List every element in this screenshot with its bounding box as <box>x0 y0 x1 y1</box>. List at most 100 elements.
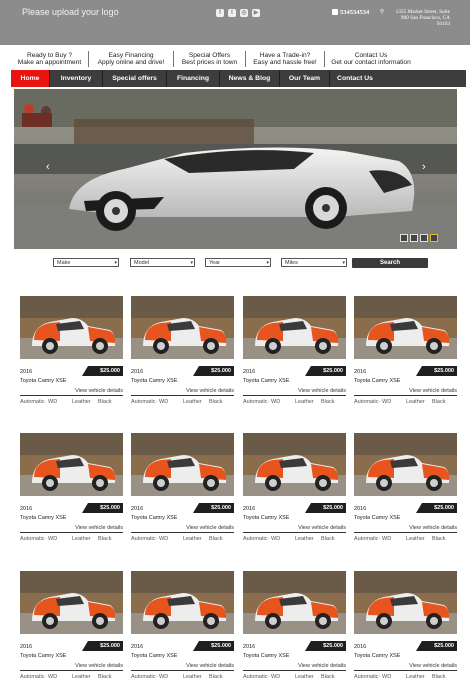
nav-contact-us[interactable]: Contact Us <box>330 70 380 87</box>
spec-transmission: Automatic <box>354 674 379 680</box>
vehicle-model: Toyota Camry XSE <box>354 378 401 384</box>
spec-color: Black <box>321 399 335 405</box>
vehicle-thumbnail[interactable] <box>243 571 346 634</box>
nav-our-team[interactable]: Our Team <box>280 70 330 87</box>
spec-transmission: Automatic <box>131 399 156 405</box>
year-select[interactable]: Year <box>205 258 271 268</box>
spec-color: Black <box>209 399 223 405</box>
vehicle-thumbnail[interactable] <box>243 433 346 496</box>
spec-interior: Leather <box>72 536 91 542</box>
view-details-link[interactable]: View vehicle details <box>354 525 457 533</box>
twitter-icon[interactable]: t <box>228 9 236 17</box>
view-details-link[interactable]: View vehicle details <box>20 525 123 533</box>
view-details-link[interactable]: View vehicle details <box>131 525 234 533</box>
promo-trade-in[interactable]: Have a Trade-in? Easy and hassle free! <box>246 51 325 67</box>
vehicle-price: $25.000 <box>416 366 457 376</box>
nav-special-offers[interactable]: Special offers <box>103 70 167 87</box>
view-details-link[interactable]: View vehicle details <box>243 525 346 533</box>
vehicle-model: Toyota Camry XSE <box>131 653 178 659</box>
view-details-link[interactable]: View vehicle details <box>131 388 234 396</box>
vehicle-model: Toyota Camry XSE <box>131 515 178 521</box>
slider-dot[interactable] <box>410 234 418 242</box>
promo-buy[interactable]: Ready to Buy ? Make an appointment <box>11 51 89 67</box>
spec-color: Black <box>209 536 223 542</box>
vehicle-thumbnail[interactable] <box>243 296 346 359</box>
nav-inventory[interactable]: Inventory <box>50 70 103 87</box>
spec-transmission: Automatic <box>131 536 156 542</box>
vehicle-price: $25.000 <box>193 503 234 513</box>
spec-drive: WD <box>159 399 169 405</box>
spec-separator: · <box>156 536 158 542</box>
vehicle-price: $25.000 <box>416 641 457 651</box>
search-button[interactable]: Search <box>352 258 428 268</box>
phone-text: 534534534 <box>340 9 370 16</box>
vehicle-thumbnail[interactable] <box>354 433 457 496</box>
address-line-3: 94103 <box>436 21 450 28</box>
spec-color: Black <box>432 536 446 542</box>
slider-prev-icon[interactable]: ‹ <box>46 161 50 173</box>
view-details-link[interactable]: View vehicle details <box>243 388 346 396</box>
view-details-link[interactable]: View vehicle details <box>354 663 457 671</box>
main-nav: Home Inventory Special offers Financing … <box>11 70 466 87</box>
promo-title: Easy Financing <box>108 52 154 59</box>
vehicle-price: $25.000 <box>305 503 346 513</box>
spec-separator: · <box>268 399 270 405</box>
vehicle-thumbnail[interactable] <box>20 296 123 359</box>
logo-placeholder[interactable]: Please upload your logo <box>22 7 119 17</box>
slider-dot-active[interactable] <box>430 234 438 242</box>
vehicle-thumbnail[interactable] <box>131 296 234 359</box>
spec-transmission: Automatic <box>354 399 379 405</box>
hero-slider[interactable]: ‹ › <box>14 89 457 249</box>
spec-color: Black <box>209 674 223 680</box>
view-details-link[interactable]: View vehicle details <box>131 663 234 671</box>
slider-dot[interactable] <box>400 234 408 242</box>
nav-news-blog[interactable]: News & Blog <box>220 70 280 87</box>
spec-transmission: Automatic <box>20 674 45 680</box>
promo-offers[interactable]: Special Offers Best prices in town <box>174 51 246 67</box>
spec-transmission: Automatic <box>131 674 156 680</box>
spec-interior: Leather <box>295 674 314 680</box>
vehicle-thumbnail[interactable] <box>20 433 123 496</box>
make-select[interactable]: Make <box>53 258 119 268</box>
vehicle-year: 2016 <box>20 644 33 650</box>
vehicle-thumbnail[interactable] <box>20 571 123 634</box>
nav-home[interactable]: Home <box>11 70 50 87</box>
miles-select[interactable]: Miles <box>281 258 347 268</box>
vehicle-thumbnail[interactable] <box>354 571 457 634</box>
vehicle-price: $25.000 <box>193 366 234 376</box>
spec-transmission: Automatic <box>243 536 268 542</box>
promo-contact[interactable]: Contact Us Get our contact information <box>325 51 417 67</box>
view-details-link[interactable]: View vehicle details <box>20 663 123 671</box>
promo-financing[interactable]: Easy Financing Apply online and drive! <box>89 51 174 67</box>
vehicle-year: 2016 <box>354 644 367 650</box>
view-details-link[interactable]: View vehicle details <box>243 663 346 671</box>
promo-title: Special Offers <box>188 52 231 59</box>
slider-dot[interactable] <box>420 234 428 242</box>
vehicle-thumbnail[interactable] <box>131 571 234 634</box>
location-pin-icon: ⚲ <box>380 9 384 15</box>
vehicle-thumbnail[interactable] <box>131 433 234 496</box>
vehicle-thumbnail[interactable] <box>354 296 457 359</box>
phone-number[interactable]: 534534534 <box>332 9 369 16</box>
model-select[interactable]: Model <box>130 258 195 268</box>
spec-transmission: Automatic <box>243 399 268 405</box>
vehicle-price: $25.000 <box>82 641 123 651</box>
view-details-link[interactable]: View vehicle details <box>354 388 457 396</box>
spec-color: Black <box>321 536 335 542</box>
spec-separator: · <box>45 399 47 405</box>
spec-interior: Leather <box>183 674 202 680</box>
slider-next-icon[interactable]: › <box>422 161 426 173</box>
spec-separator: · <box>379 399 381 405</box>
youtube-icon[interactable]: ▶ <box>252 9 260 17</box>
vehicle-price: $25.000 <box>82 503 123 513</box>
spec-separator: · <box>45 536 47 542</box>
vehicle-year: 2016 <box>243 369 256 375</box>
hero-car-image <box>14 89 457 249</box>
instagram-icon[interactable]: ◎ <box>240 9 248 17</box>
vehicle-year: 2016 <box>131 644 144 650</box>
vehicle-model: Toyota Camry XSE <box>243 378 290 384</box>
nav-financing[interactable]: Financing <box>167 70 220 87</box>
view-details-link[interactable]: View vehicle details <box>20 388 123 396</box>
spec-color: Black <box>98 674 112 680</box>
facebook-icon[interactable]: f <box>216 9 224 17</box>
